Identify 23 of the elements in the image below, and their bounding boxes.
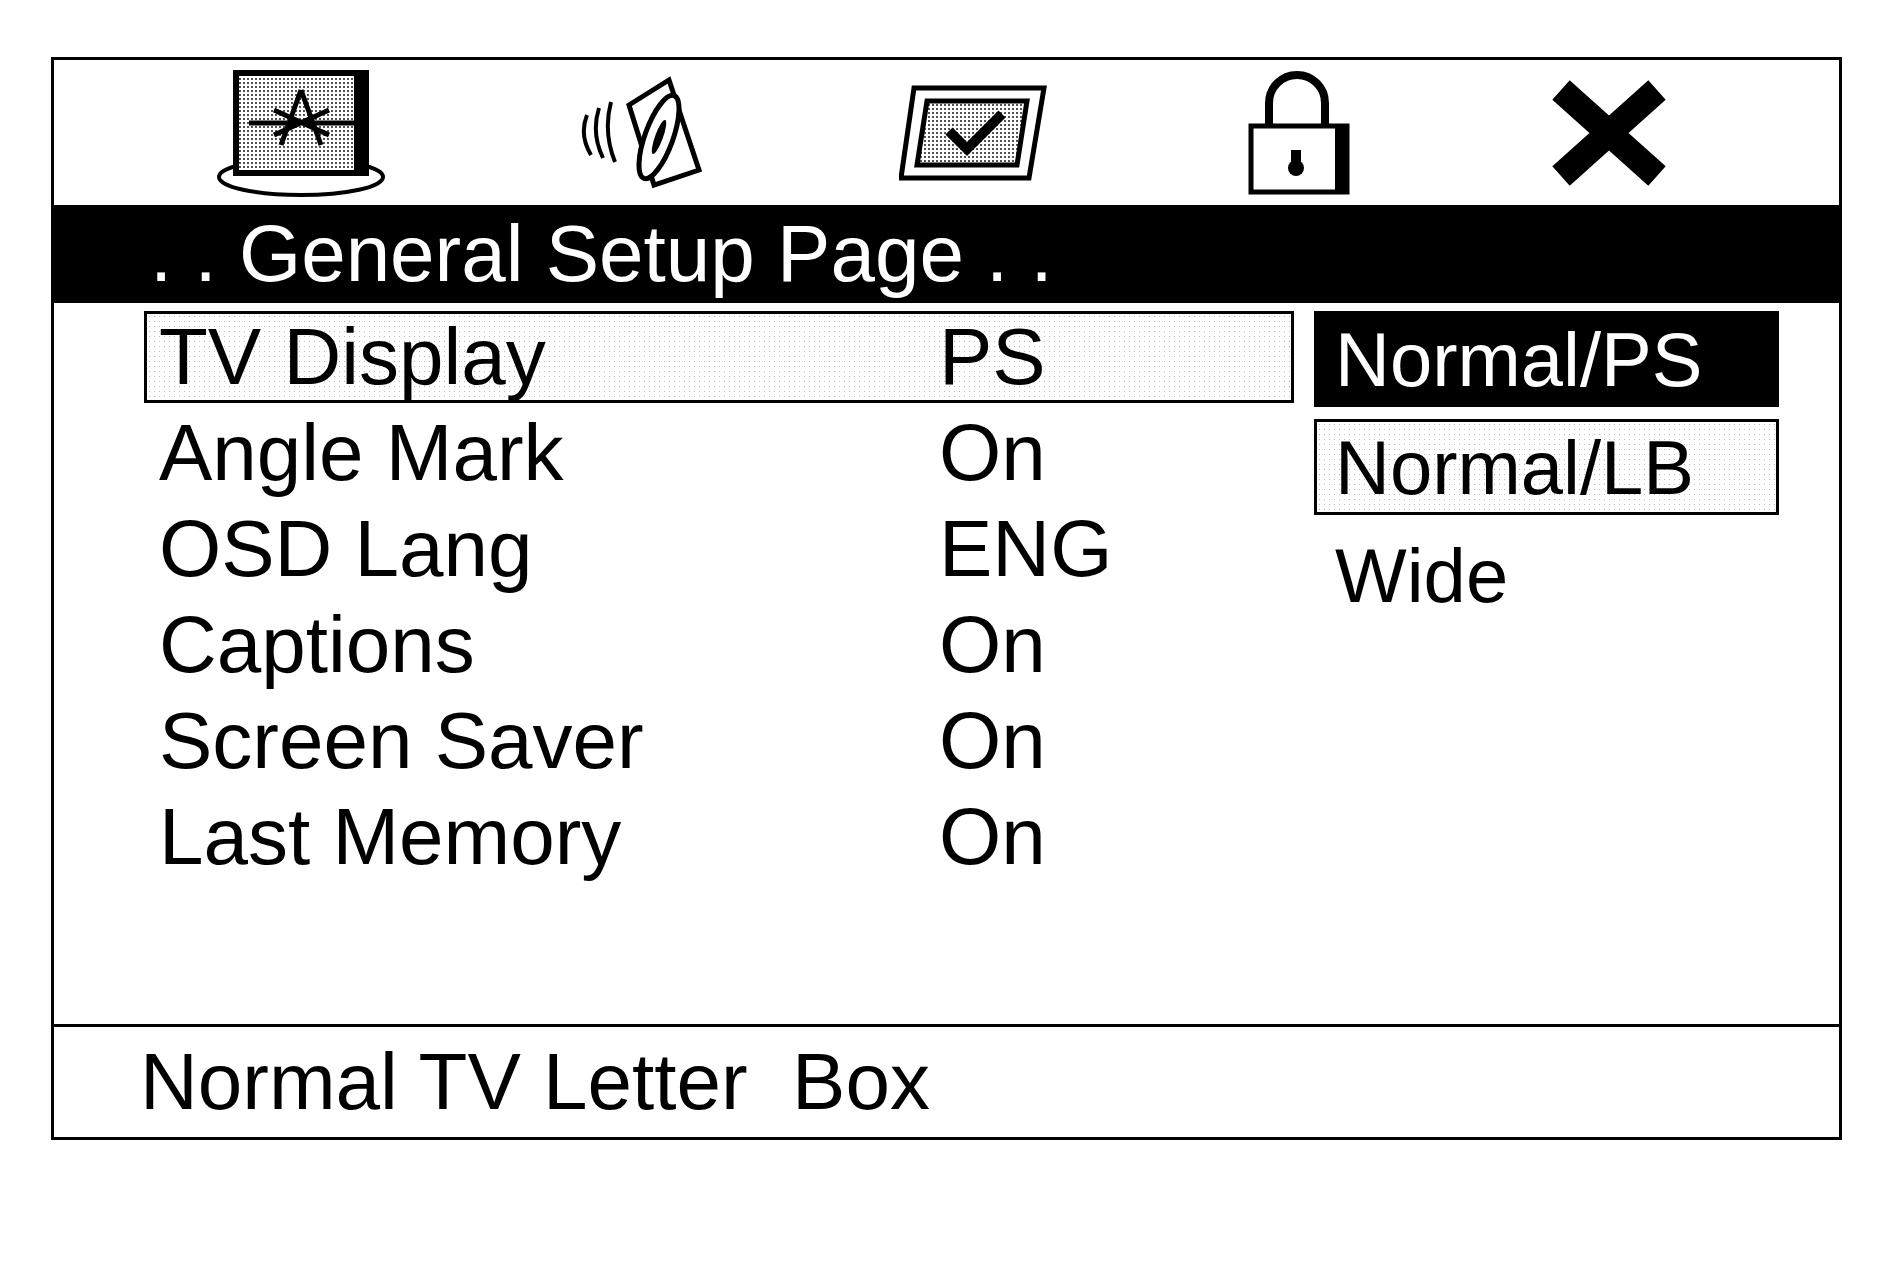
setting-row[interactable]: Screen Saver On — [144, 695, 1294, 787]
setting-label: Last Memory — [158, 791, 623, 883]
setting-label: Captions — [158, 599, 476, 691]
setting-value: ENG — [939, 503, 1113, 595]
setting-value: On — [939, 407, 1046, 499]
setting-value: PS — [939, 311, 1046, 403]
setting-row[interactable]: OSD Lang ENG — [144, 503, 1294, 595]
option-item[interactable]: Normal/PS — [1314, 311, 1779, 407]
setting-label: OSD Lang — [158, 503, 534, 595]
setting-row[interactable]: TV Display PS — [144, 311, 1294, 403]
setting-value: On — [939, 791, 1046, 883]
setting-row[interactable]: Angle Mark On — [144, 407, 1294, 499]
setting-label: TV Display — [158, 311, 547, 403]
setting-value: On — [939, 695, 1046, 787]
status-text: Normal TV Letter Box — [54, 1024, 1839, 1137]
setting-row[interactable]: Last Memory On — [144, 791, 1294, 883]
setting-value: On — [939, 599, 1046, 691]
option-item[interactable]: Normal/LB — [1314, 419, 1779, 515]
page-title: . . General Setup Page . . — [54, 205, 1839, 303]
option-item[interactable]: Wide — [1314, 527, 1779, 623]
setting-label: Angle Mark — [158, 407, 565, 499]
setting-label: Screen Saver — [158, 695, 645, 787]
setting-row[interactable]: Captions On — [144, 599, 1294, 691]
